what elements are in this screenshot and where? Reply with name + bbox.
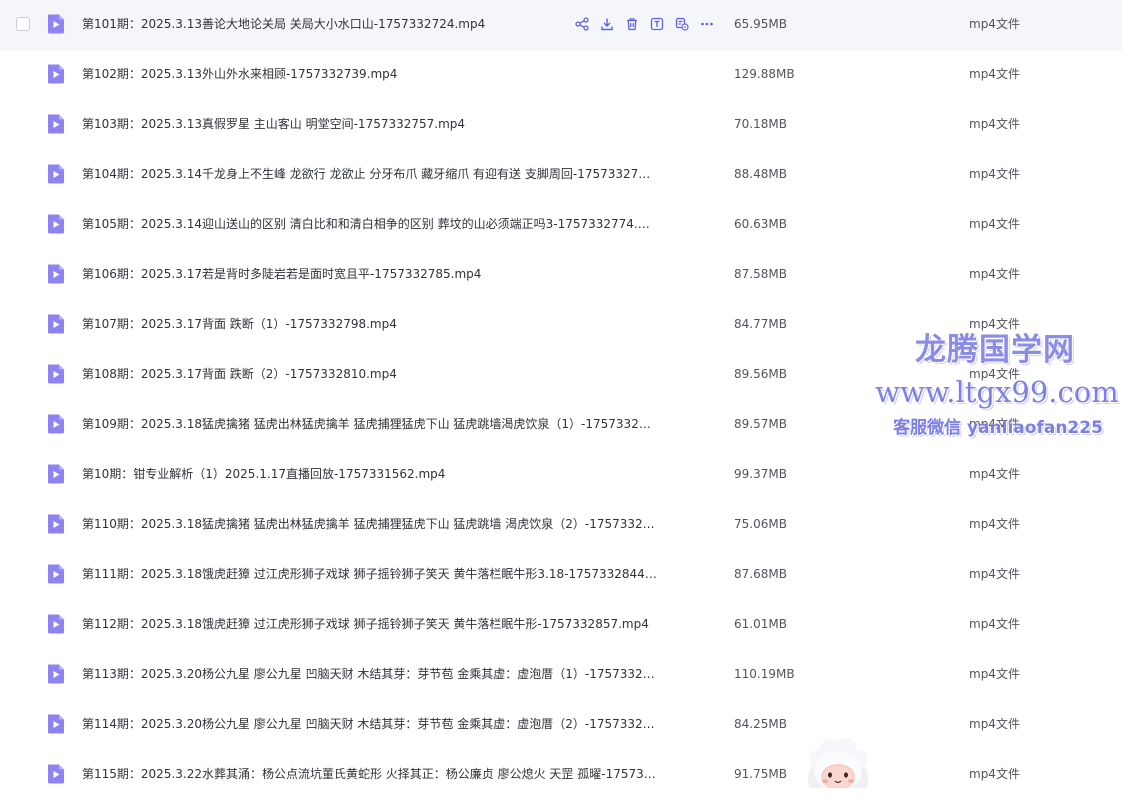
file-type: mp4文件 bbox=[969, 217, 1020, 231]
file-name[interactable]: 第110期：2025.3.18猛虎擒猪 猛虎出林猛虎擒羊 猛虎捕狸猛虎下山 猛虎… bbox=[82, 500, 657, 548]
file-size: 75.06MB bbox=[734, 517, 787, 531]
file-size: 61.01MB bbox=[734, 617, 787, 631]
share-icon[interactable] bbox=[573, 15, 590, 32]
text-extract-icon[interactable] bbox=[648, 15, 665, 32]
video-file-icon bbox=[45, 613, 67, 635]
file-type: mp4文件 bbox=[969, 667, 1020, 681]
file-size: 129.88MB bbox=[734, 67, 795, 81]
file-size: 89.57MB bbox=[734, 417, 787, 431]
file-size: 110.19MB bbox=[734, 667, 795, 681]
file-row[interactable]: 第103期：2025.3.13真假罗星 主山客山 明堂空间-1757332757… bbox=[0, 100, 1122, 150]
file-size: 88.48MB bbox=[734, 167, 787, 181]
file-row[interactable]: 第110期：2025.3.18猛虎擒猪 猛虎出林猛虎擒羊 猛虎捕狸猛虎下山 猛虎… bbox=[0, 500, 1122, 550]
download-icon[interactable] bbox=[598, 15, 615, 32]
file-list: 第101期：2025.3.13善论大地论关局 关局大小水口山-175733272… bbox=[0, 0, 1122, 800]
video-file-icon bbox=[45, 113, 67, 135]
file-row[interactable]: 第108期：2025.3.17背面 跌断（2）-1757332810.mp4 89… bbox=[0, 350, 1122, 400]
file-name[interactable]: 第109期：2025.3.18猛虎擒猪 猛虎出林猛虎擒羊 猛虎捕狸猛虎下山 猛虎… bbox=[82, 400, 657, 448]
row-actions bbox=[573, 15, 715, 33]
file-row[interactable]: 第115期：2025.3.22水葬其涌：杨公点流坑董氏黄蛇形 火择其正：杨公廉贞… bbox=[0, 750, 1122, 800]
assistant-avatar-icon[interactable] bbox=[806, 737, 870, 788]
video-file-icon bbox=[45, 63, 67, 85]
file-row[interactable]: 第102期：2025.3.13外山外水来相顾-1757332739.mp4 129… bbox=[0, 50, 1122, 100]
video-file-icon bbox=[45, 163, 67, 185]
video-file-icon bbox=[45, 13, 67, 35]
file-type: mp4文件 bbox=[969, 317, 1020, 331]
file-name[interactable]: 第103期：2025.3.13真假罗星 主山客山 明堂空间-1757332757… bbox=[82, 100, 657, 148]
video-file-icon bbox=[45, 663, 67, 685]
video-file-icon bbox=[45, 313, 67, 335]
file-type: mp4文件 bbox=[969, 517, 1020, 531]
file-row[interactable]: 第114期：2025.3.20杨公九星 廖公九星 凹脑天财 木结其芽：芽节苞 金… bbox=[0, 700, 1122, 750]
file-row[interactable]: 第105期：2025.3.14迎山送山的区别 清白比和和清白相争的区别 葬坟的山… bbox=[0, 200, 1122, 250]
file-name[interactable]: 第115期：2025.3.22水葬其涌：杨公点流坑董氏黄蛇形 火择其正：杨公廉贞… bbox=[82, 750, 657, 798]
file-type: mp4文件 bbox=[969, 467, 1020, 481]
video-file-icon bbox=[45, 463, 67, 485]
file-size: 60.63MB bbox=[734, 217, 787, 231]
video-file-icon bbox=[45, 513, 67, 535]
file-name[interactable]: 第106期：2025.3.17若是背时多陡岩若是面时宽且平-1757332785… bbox=[82, 250, 657, 298]
file-type: mp4文件 bbox=[969, 267, 1020, 281]
video-file-icon bbox=[45, 363, 67, 385]
file-type: mp4文件 bbox=[969, 167, 1020, 181]
file-size: 91.75MB bbox=[734, 767, 787, 781]
file-name[interactable]: 第105期：2025.3.14迎山送山的区别 清白比和和清白相争的区别 葬坟的山… bbox=[82, 200, 657, 248]
video-file-icon bbox=[45, 763, 67, 785]
file-type: mp4文件 bbox=[969, 17, 1020, 31]
file-row[interactable]: 第107期：2025.3.17背面 跌断（1）-1757332798.mp4 84… bbox=[0, 300, 1122, 350]
row-checkbox[interactable] bbox=[16, 17, 30, 31]
video-file-icon bbox=[45, 213, 67, 235]
file-name[interactable]: 第114期：2025.3.20杨公九星 廖公九星 凹脑天财 木结其芽：芽节苞 金… bbox=[82, 700, 657, 748]
file-type: mp4文件 bbox=[969, 567, 1020, 581]
file-row[interactable]: 第111期：2025.3.18饿虎赶獐 过江虎形狮子戏球 狮子摇铃狮子笑天 黄牛… bbox=[0, 550, 1122, 600]
file-size: 70.18MB bbox=[734, 117, 787, 131]
file-row[interactable]: 第101期：2025.3.13善论大地论关局 关局大小水口山-175733272… bbox=[0, 0, 1122, 50]
delete-icon[interactable] bbox=[623, 15, 640, 32]
file-name[interactable]: 第104期：2025.3.14千龙身上不生峰 龙欲行 龙欲止 分牙布爪 藏牙缩爪… bbox=[82, 150, 657, 198]
video-file-icon bbox=[45, 413, 67, 435]
file-name[interactable]: 第113期：2025.3.20杨公九星 廖公九星 凹脑天财 木结其芽：芽节苞 金… bbox=[82, 650, 657, 698]
video-file-icon bbox=[45, 263, 67, 285]
file-size: 99.37MB bbox=[734, 467, 787, 481]
file-row[interactable]: 第113期：2025.3.20杨公九星 廖公九星 凹脑天财 木结其芽：芽节苞 金… bbox=[0, 650, 1122, 700]
file-name[interactable]: 第108期：2025.3.17背面 跌断（2）-1757332810.mp4 bbox=[82, 350, 657, 398]
file-size: 87.68MB bbox=[734, 567, 787, 581]
file-type: mp4文件 bbox=[969, 717, 1020, 731]
file-size: 84.77MB bbox=[734, 317, 787, 331]
file-name[interactable]: 第101期：2025.3.13善论大地论关局 关局大小水口山-175733272… bbox=[82, 0, 562, 48]
file-size: 65.95MB bbox=[734, 17, 787, 31]
file-size: 84.25MB bbox=[734, 717, 787, 731]
file-type: mp4文件 bbox=[969, 767, 1020, 781]
file-type: mp4文件 bbox=[969, 67, 1020, 81]
file-type: mp4文件 bbox=[969, 367, 1020, 381]
file-type: mp4文件 bbox=[969, 417, 1020, 431]
file-row[interactable]: 第112期：2025.3.18饿虎赶獐 过江虎形狮子戏球 狮子摇铃狮子笑天 黄牛… bbox=[0, 600, 1122, 650]
file-row[interactable]: 第106期：2025.3.17若是背时多陡岩若是面时宽且平-1757332785… bbox=[0, 250, 1122, 300]
file-name[interactable]: 第102期：2025.3.13外山外水来相顾-1757332739.mp4 bbox=[82, 50, 657, 98]
translate-icon[interactable] bbox=[673, 15, 690, 32]
file-type: mp4文件 bbox=[969, 117, 1020, 131]
file-row[interactable]: 第109期：2025.3.18猛虎擒猪 猛虎出林猛虎擒羊 猛虎捕狸猛虎下山 猛虎… bbox=[0, 400, 1122, 450]
file-name[interactable]: 第112期：2025.3.18饿虎赶獐 过江虎形狮子戏球 狮子摇铃狮子笑天 黄牛… bbox=[82, 600, 657, 648]
file-name[interactable]: 第10期：钳专业解析（1）2025.1.17直播回放-1757331562.mp… bbox=[82, 450, 657, 498]
file-name[interactable]: 第111期：2025.3.18饿虎赶獐 过江虎形狮子戏球 狮子摇铃狮子笑天 黄牛… bbox=[82, 550, 657, 598]
more-icon[interactable] bbox=[698, 15, 715, 32]
file-size: 89.56MB bbox=[734, 367, 787, 381]
file-row[interactable]: 第104期：2025.3.14千龙身上不生峰 龙欲行 龙欲止 分牙布爪 藏牙缩爪… bbox=[0, 150, 1122, 200]
video-file-icon bbox=[45, 713, 67, 735]
file-size: 87.58MB bbox=[734, 267, 787, 281]
file-row[interactable]: 第10期：钳专业解析（1）2025.1.17直播回放-1757331562.mp… bbox=[0, 450, 1122, 500]
video-file-icon bbox=[45, 563, 67, 585]
file-type: mp4文件 bbox=[969, 617, 1020, 631]
file-name[interactable]: 第107期：2025.3.17背面 跌断（1）-1757332798.mp4 bbox=[82, 300, 657, 348]
